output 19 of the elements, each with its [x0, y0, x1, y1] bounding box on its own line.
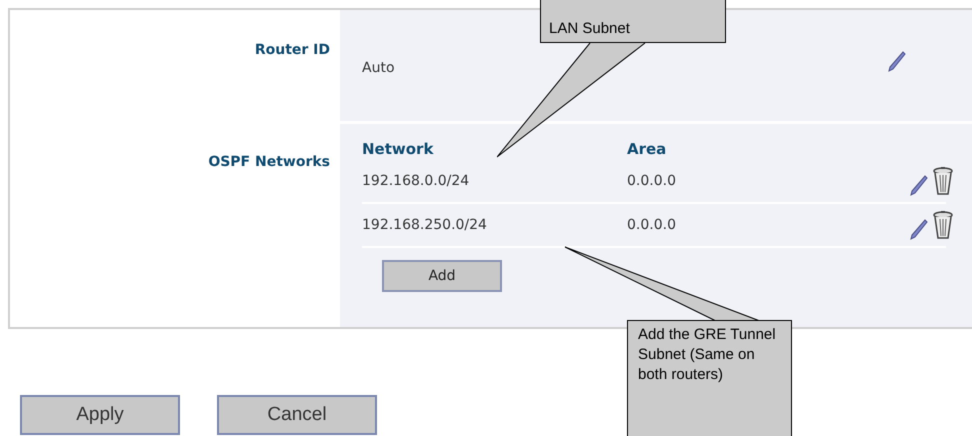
pencil-icon[interactable]: [910, 218, 928, 240]
pencil-icon[interactable]: [910, 174, 928, 196]
column-header: Area: [627, 138, 666, 160]
field-label: Router ID: [254, 41, 330, 60]
area-cell-text: 0.0.0.0: [627, 172, 677, 190]
form-button[interactable]: Apply: [20, 395, 180, 435]
area-cell-text: 0.0.0.0: [627, 216, 677, 234]
column-header: Network: [362, 138, 434, 160]
network-cell-text: 192.168.250.0/24: [362, 216, 488, 234]
trash-icon[interactable]: [932, 166, 954, 196]
form-button[interactable]: Cancel: [217, 395, 377, 435]
add-button[interactable]: Add: [382, 260, 502, 292]
callout: Add the GRE Tunnel Subnet (Same on both routers): [627, 320, 792, 436]
pencil-icon[interactable]: [888, 50, 906, 72]
network-cell-text: 192.168.0.0/24: [362, 172, 470, 190]
field-label: OSPF Networks: [208, 153, 330, 172]
callout: LAN Subnet: [540, 0, 726, 43]
router-id-value: Auto: [362, 59, 395, 78]
trash-icon[interactable]: [932, 210, 954, 240]
